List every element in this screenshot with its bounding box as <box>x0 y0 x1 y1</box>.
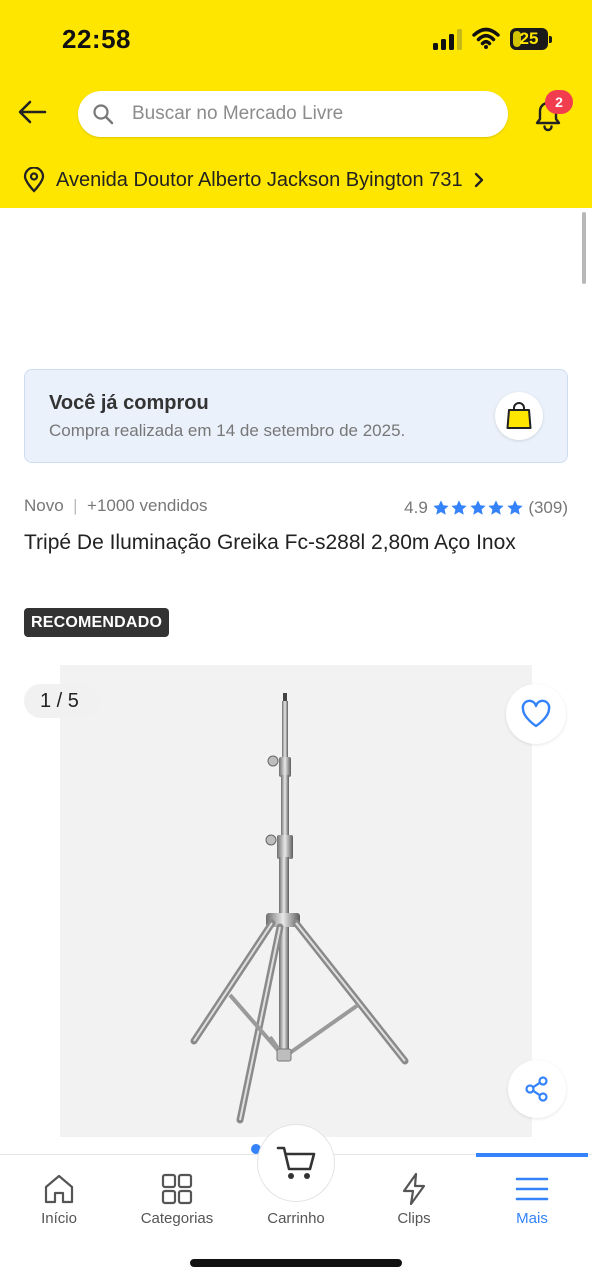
nav-label: Início <box>41 1210 77 1227</box>
chevron-right-icon <box>474 172 483 188</box>
condition: Novo <box>24 496 64 515</box>
sold-count: +1000 vendidos <box>87 496 208 515</box>
star-icon <box>433 500 449 515</box>
battery-percent: 25 <box>519 29 539 48</box>
purchase-title: Você já comprou <box>49 392 209 414</box>
nav-label: Carrinho <box>267 1210 325 1227</box>
lightning-icon <box>402 1172 426 1206</box>
nav-label: Categorias <box>140 1210 214 1227</box>
delivery-address[interactable]: Avenida Doutor Alberto Jackson Byington … <box>22 162 487 198</box>
cell-signal-icon <box>433 29 462 50</box>
review-count: (309) <box>528 498 568 517</box>
rating[interactable]: 4.9 (309) <box>404 496 568 520</box>
heart-icon <box>521 699 551 728</box>
rating-stars <box>432 499 525 517</box>
share-icon <box>525 1076 548 1102</box>
tripod-product-image[interactable] <box>60 665 532 1137</box>
address-text: Avenida Doutor Alberto Jackson Byington … <box>56 168 463 191</box>
nav-item-mais[interactable]: Mais <box>473 1155 591 1245</box>
app-header: 22:58 25 Buscar no Mercado Livre 2 Aveni… <box>0 0 592 208</box>
favorite-button[interactable] <box>506 684 566 744</box>
nav-item-clips[interactable]: Clips <box>355 1155 473 1245</box>
menu-icon <box>515 1177 549 1201</box>
nav-label: Mais <box>516 1210 548 1227</box>
battery-indicator: 25 <box>510 28 552 50</box>
meta-separator: | <box>73 496 78 515</box>
product-meta: Novo | +1000 vendidos 4.9 (309) <box>24 496 568 520</box>
grid-icon <box>161 1173 193 1205</box>
purchase-date: Compra realizada em 14 de setembro de 20… <box>49 421 406 440</box>
wifi-icon <box>472 27 500 49</box>
star-icon <box>488 500 504 515</box>
home-icon <box>44 1174 74 1204</box>
back-button[interactable] <box>12 92 52 132</box>
status-time: 22:58 <box>62 24 131 54</box>
star-icon <box>507 500 523 515</box>
search-placeholder: Buscar no Mercado Livre <box>132 103 344 124</box>
share-button[interactable] <box>508 1060 566 1118</box>
nav-label: Clips <box>397 1210 431 1227</box>
battery-tip <box>549 36 552 43</box>
already-purchased-banner[interactable]: Você já comprou Compra realizada em 14 d… <box>24 369 568 463</box>
location-pin-icon <box>23 167 45 193</box>
cart-icon <box>276 1146 316 1179</box>
rating-value: 4.9 <box>404 498 428 517</box>
search-icon <box>93 104 114 125</box>
star-icon <box>451 500 467 515</box>
notification-count-badge: 2 <box>545 90 573 114</box>
condition-sold: Novo | +1000 vendidos <box>24 496 208 516</box>
recommended-badge: RECOMENDADO <box>24 608 170 637</box>
search-input[interactable]: Buscar no Mercado Livre <box>78 91 508 137</box>
gallery-page-counter: 1 / 5 <box>24 684 100 718</box>
home-indicator <box>190 1259 402 1267</box>
product-title: Tripé De Iluminação Greika Fc-s288l 2,80… <box>24 531 516 554</box>
shopping-bag-icon <box>495 392 543 440</box>
cart-button[interactable] <box>257 1124 335 1202</box>
star-icon <box>470 500 486 515</box>
nav-item-inicio[interactable]: Início <box>0 1155 118 1245</box>
nav-item-categorias[interactable]: Categorias <box>118 1155 236 1245</box>
arrow-left-icon <box>18 100 47 124</box>
scrollbar[interactable] <box>582 212 586 284</box>
